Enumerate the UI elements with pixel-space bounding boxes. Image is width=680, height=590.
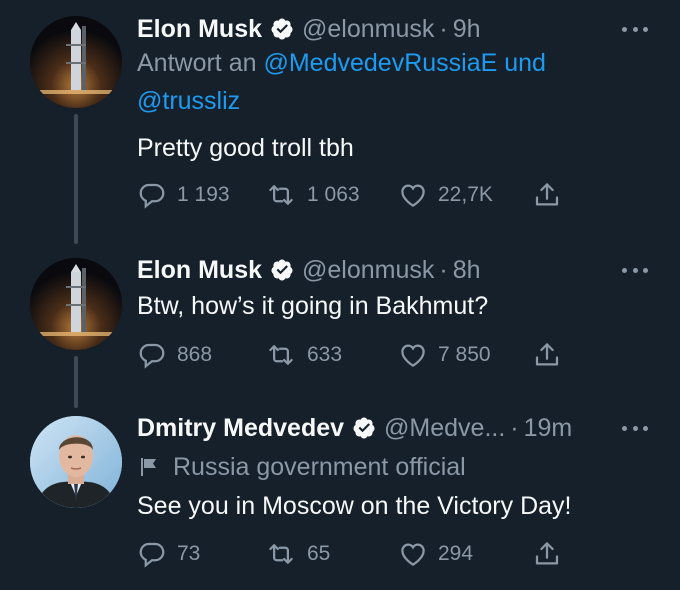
reply-count: 868 — [177, 343, 213, 366]
verified-badge-icon — [271, 259, 293, 281]
more-options-icon[interactable] — [622, 25, 648, 33]
reply-icon — [139, 183, 165, 209]
avatar[interactable] — [30, 416, 122, 508]
retweet-icon — [269, 185, 293, 205]
reply-conjunction: und — [504, 49, 546, 77]
retweet-button[interactable]: 633 — [265, 340, 398, 370]
government-label[interactable]: Russia government official — [137, 451, 466, 483]
retweet-icon — [269, 544, 293, 564]
like-count: 7 850 — [438, 343, 491, 366]
retweet-count: 1 063 — [307, 183, 360, 206]
share-button[interactable] — [532, 538, 562, 570]
tweet-header: Elon Musk @elonmusk · 9h — [137, 12, 481, 46]
tweet-text: Btw, how’s it going in Bakhmut? — [137, 292, 489, 320]
separator: · — [510, 413, 519, 442]
share-icon — [535, 542, 559, 565]
like-count: 22,7K — [438, 183, 493, 206]
rocket-launch-avatar-icon — [30, 16, 122, 108]
like-count: 294 — [438, 542, 474, 565]
like-button[interactable]: 7 850 — [398, 340, 532, 370]
handle[interactable]: @Medve... — [384, 414, 505, 443]
tweet-header: Elon Musk @elonmusk · 8h — [137, 253, 481, 287]
heart-icon — [401, 184, 425, 207]
tweet-header: Dmitry Medvedev @Medve... · 19m — [137, 411, 572, 445]
tweet-text: Pretty good troll tbh — [137, 134, 354, 162]
more-options-icon[interactable] — [622, 424, 648, 432]
reply-prefix: Antwort an — [137, 49, 257, 77]
thread-line — [74, 356, 78, 408]
like-button[interactable]: 22,7K — [398, 180, 532, 210]
display-name[interactable]: Elon Musk — [137, 256, 262, 285]
reply-icon — [139, 343, 165, 369]
action-bar: 1 193 1 063 22,7K — [137, 179, 562, 211]
rocket-launch-avatar-icon — [30, 258, 122, 350]
flag-icon — [141, 458, 156, 476]
retweet-count: 65 — [307, 542, 331, 565]
avatar[interactable] — [30, 16, 122, 108]
verified-badge-icon — [353, 417, 375, 439]
retweet-count: 633 — [307, 343, 343, 366]
separator: · — [439, 14, 448, 43]
reply-count: 1 193 — [177, 183, 230, 206]
timestamp[interactable]: 8h — [453, 256, 481, 285]
like-button[interactable]: 294 — [398, 539, 532, 569]
reply-icon — [139, 542, 165, 568]
mention-link[interactable]: @trussliz — [137, 87, 240, 115]
share-icon — [535, 343, 559, 366]
separator: · — [439, 255, 448, 284]
display-name[interactable]: Elon Musk — [137, 15, 262, 44]
share-icon — [535, 183, 559, 206]
reply-to-line: Antwort an @MedvedevRussiaE und @trussli… — [137, 44, 607, 120]
reply-button[interactable]: 1 193 — [137, 180, 265, 210]
handle[interactable]: @elonmusk — [302, 15, 434, 44]
tweet-text: See you in Moscow on the Victory Day! — [137, 492, 572, 520]
heart-icon — [401, 344, 425, 367]
government-label-text: Russia government official — [173, 452, 466, 481]
timestamp[interactable]: 19m — [524, 414, 573, 443]
reply-button[interactable]: 73 — [137, 539, 265, 569]
display-name[interactable]: Dmitry Medvedev — [137, 414, 344, 443]
reply-count: 73 — [177, 542, 201, 565]
avatar[interactable] — [30, 258, 122, 350]
thread-line — [74, 114, 78, 244]
retweet-button[interactable]: 1 063 — [265, 180, 398, 210]
heart-icon — [401, 543, 425, 566]
retweet-button[interactable]: 65 — [265, 539, 398, 569]
share-button[interactable] — [532, 339, 562, 371]
share-button[interactable] — [532, 179, 562, 211]
reply-button[interactable]: 868 — [137, 340, 265, 370]
more-options-icon[interactable] — [622, 266, 648, 274]
action-bar: 73 65 294 — [137, 538, 562, 570]
action-bar: 868 633 7 850 — [137, 339, 562, 371]
mention-link[interactable]: @MedvedevRussiaE — [263, 49, 497, 77]
retweet-icon — [269, 345, 293, 365]
verified-badge-icon — [271, 18, 293, 40]
person-portrait-avatar-icon — [30, 416, 122, 508]
handle[interactable]: @elonmusk — [302, 256, 434, 285]
timestamp[interactable]: 9h — [453, 15, 481, 44]
